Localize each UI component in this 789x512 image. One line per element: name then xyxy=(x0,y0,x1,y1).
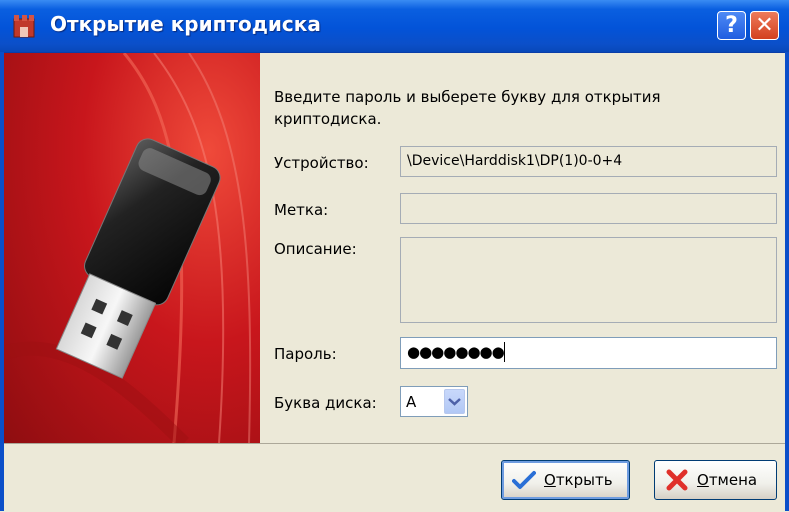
help-button-label: ? xyxy=(725,13,738,38)
cancel-label-rest: тмена xyxy=(708,471,758,489)
device-field: \Device\Harddisk1\DP(1)0-0+4 xyxy=(400,146,777,177)
open-label-rest: ткрыть xyxy=(555,471,613,489)
device-label: Устройство: xyxy=(274,154,369,172)
chevron-down-icon xyxy=(448,398,461,406)
button-bar: Открыть Отмена xyxy=(4,443,785,512)
description-field xyxy=(400,237,777,323)
label-label: Метка: xyxy=(274,201,329,219)
description-label: Описание: xyxy=(274,240,357,258)
text-caret xyxy=(504,342,505,362)
intro-text: Введите пароль и выберете букву для откр… xyxy=(274,88,661,128)
open-button-label: Открыть xyxy=(544,471,613,489)
password-input[interactable]: ●●●●●●●● xyxy=(400,337,777,369)
open-accesskey: О xyxy=(544,471,556,489)
banner-image xyxy=(4,53,260,443)
dropdown-button[interactable] xyxy=(444,389,465,414)
label-field xyxy=(400,193,777,224)
usb-drive-illustration xyxy=(4,53,260,443)
window-title: Открытие криптодиска xyxy=(50,12,321,36)
open-button[interactable]: Открыть xyxy=(501,460,630,500)
window-frame-right xyxy=(785,52,789,511)
close-icon: ✕ xyxy=(755,13,774,38)
dialog-content: Введите пароль и выберете букву для откр… xyxy=(260,53,785,443)
crypto-tower-icon xyxy=(13,15,35,38)
cancel-accesskey: О xyxy=(697,471,709,489)
password-value: ●●●●●●●● xyxy=(407,343,505,361)
close-button[interactable]: ✕ xyxy=(750,11,779,40)
drive-letter-select[interactable]: A xyxy=(400,386,468,417)
dialog-window: Открытие криптодиска ? ✕ Введите пароль … xyxy=(0,0,789,512)
help-button[interactable]: ? xyxy=(717,11,746,40)
password-label: Пароль: xyxy=(274,345,337,363)
cancel-button-label: Отмена xyxy=(697,471,757,489)
title-bar[interactable]: Открытие криптодиска ? ✕ xyxy=(0,0,789,53)
drive-letter-value: A xyxy=(406,393,417,411)
cancel-button[interactable]: Отмена xyxy=(654,460,777,500)
drive-letter-label: Буква диска: xyxy=(274,394,377,412)
checkmark-icon xyxy=(512,471,536,489)
red-x-icon xyxy=(666,469,688,491)
